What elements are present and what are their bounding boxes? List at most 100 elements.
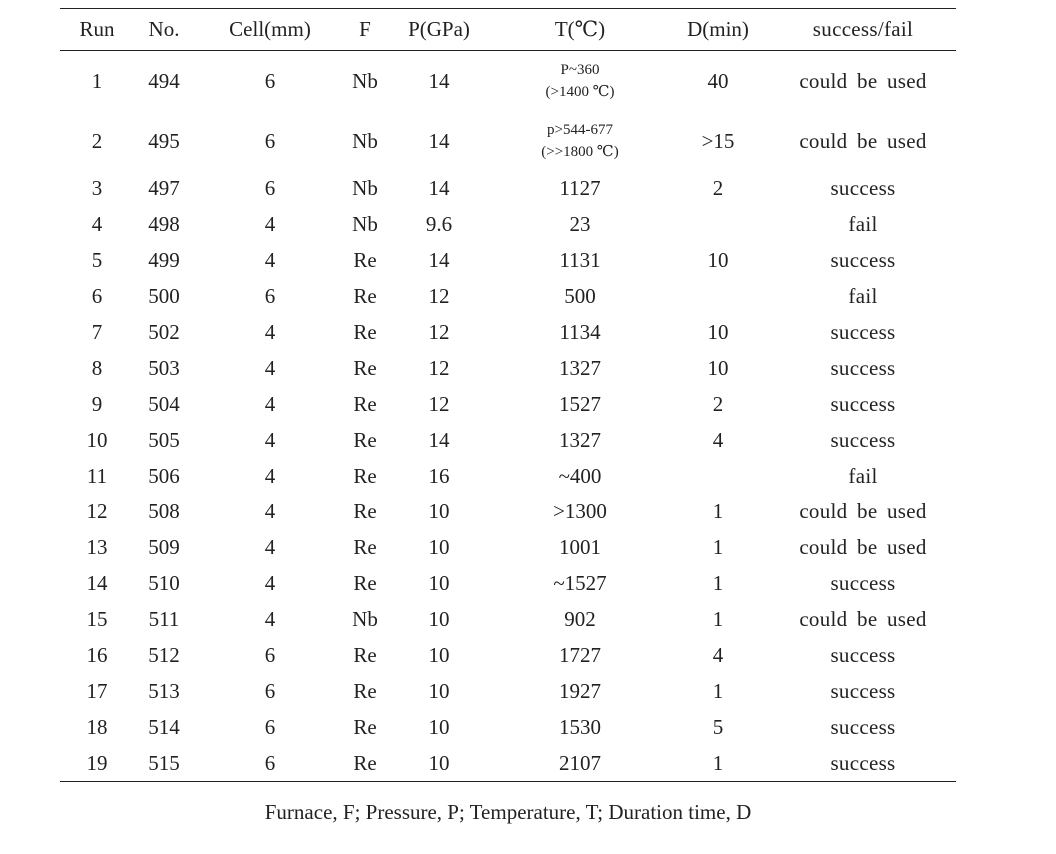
- cell-no: 498: [148, 212, 180, 237]
- table-row: 7 502 4 Re 12 1134 10 success: [60, 315, 956, 351]
- header-pressure: P(GPa): [408, 17, 470, 41]
- cell-furnace: Nb: [352, 176, 378, 201]
- cell-furnace: Re: [353, 427, 377, 452]
- cell-cell-size: 4: [264, 355, 276, 380]
- cell-pressure: 10: [428, 714, 450, 739]
- cell-temperature: 1530: [559, 714, 601, 739]
- cell-run: 9: [91, 391, 103, 416]
- cell-duration: 40: [707, 68, 729, 93]
- temperature-line-secondary: (>1400 ℃): [545, 84, 615, 100]
- cell-furnace: Re: [353, 355, 377, 380]
- cell-cell-size: 4: [264, 212, 276, 237]
- cell-cell-size: 4: [264, 535, 276, 560]
- table-row: 5 499 4 Re 14 1131 10 success: [60, 243, 956, 279]
- cell-result: success: [830, 427, 896, 452]
- cell-furnace: Re: [353, 678, 377, 703]
- cell-result: success: [830, 678, 896, 703]
- cell-run: 11: [86, 463, 108, 488]
- cell-run: 15: [86, 607, 108, 632]
- cell-no: 514: [148, 714, 180, 739]
- table-row: 3 497 6 Nb 14 1127 2 success: [60, 171, 956, 207]
- table-row: 17 513 6 Re 10 1927 1 success: [60, 673, 956, 709]
- table-row: 16 512 6 Re 10 1727 4 success: [60, 638, 956, 674]
- cell-temperature: 1327: [559, 355, 601, 380]
- table-row: 19 515 6 Re 10 2107 1 success: [60, 745, 956, 781]
- cell-no: 512: [148, 643, 180, 668]
- cell-duration: 1: [712, 535, 724, 560]
- cell-pressure: 14: [428, 176, 450, 201]
- cell-pressure: 10: [428, 750, 450, 775]
- cell-temperature: p>544-677 (>>1800 ℃): [494, 111, 666, 171]
- cell-run: 5: [91, 248, 103, 273]
- cell-cell-size: 4: [264, 427, 276, 452]
- table-row: 9 504 4 Re 12 1527 2 success: [60, 386, 956, 422]
- cell-pressure: 12: [428, 391, 450, 416]
- table-row: 11 506 4 Re 16 ~400 fail: [60, 458, 956, 494]
- cell-furnace: Nb: [352, 212, 378, 237]
- cell-furnace: Re: [353, 248, 377, 273]
- cell-run: 2: [91, 128, 103, 153]
- cell-run: 16: [86, 643, 108, 668]
- header-cell: Cell(mm): [229, 17, 311, 41]
- cell-result: could be used: [799, 499, 927, 524]
- cell-temperature: 500: [564, 284, 596, 309]
- cell-run: 1: [91, 68, 103, 93]
- cell-no: 502: [148, 320, 180, 344]
- cell-temperature: >1300: [553, 499, 607, 524]
- cell-pressure: 10: [428, 678, 450, 703]
- cell-cell-size: 4: [264, 463, 276, 488]
- cell-temperature: 1527: [559, 391, 601, 416]
- cell-run: 12: [86, 499, 108, 524]
- cell-cell-size: 6: [264, 678, 276, 703]
- temperature-line-primary: P~360: [560, 62, 600, 78]
- header-run: Run: [79, 17, 115, 41]
- cell-pressure: 12: [428, 355, 450, 380]
- cell-run: 6: [91, 284, 103, 309]
- cell-result: success: [830, 320, 896, 344]
- cell-pressure: 12: [428, 320, 450, 344]
- cell-furnace: Re: [353, 320, 377, 344]
- cell-duration: [666, 458, 770, 494]
- cell-furnace: Re: [353, 643, 377, 668]
- cell-temperature: 1927: [559, 678, 601, 703]
- cell-temperature: 2107: [559, 750, 601, 775]
- cell-temperature: 1001: [559, 535, 601, 560]
- cell-no: 495: [148, 128, 180, 153]
- cell-temperature: 902: [564, 607, 596, 632]
- cell-pressure: 12: [428, 284, 450, 309]
- cell-furnace: Nb: [352, 607, 378, 632]
- cell-temperature: 1127: [559, 176, 601, 201]
- cell-no: 510: [148, 571, 180, 596]
- cell-duration: 4: [712, 643, 724, 668]
- cell-result: could be used: [799, 128, 927, 153]
- cell-temperature: 1134: [559, 320, 601, 344]
- cell-pressure: 10: [428, 499, 450, 524]
- cell-result: success: [830, 643, 896, 668]
- cell-result: could be used: [799, 607, 927, 632]
- cell-pressure: 10: [428, 643, 450, 668]
- table-row: 10 505 4 Re 14 1327 4 success: [60, 422, 956, 458]
- cell-furnace: Re: [353, 284, 377, 309]
- cell-duration: 1: [712, 499, 724, 524]
- cell-result: could be used: [799, 535, 927, 560]
- cell-run: 10: [86, 427, 108, 452]
- cell-duration: 2: [712, 391, 724, 416]
- cell-furnace: Re: [353, 535, 377, 560]
- cell-duration: [666, 279, 770, 315]
- table-row: 4 498 4 Nb 9.6 23 fail: [60, 207, 956, 243]
- table-row: 13 509 4 Re 10 1001 1 could be used: [60, 530, 956, 566]
- temperature-line-primary: p>544-677: [547, 122, 613, 138]
- cell-furnace: Re: [353, 499, 377, 524]
- cell-duration: 10: [707, 320, 729, 344]
- table-row: 6 500 6 Re 12 500 fail: [60, 279, 956, 315]
- cell-temperature: P~360 (>1400 ℃): [494, 51, 666, 112]
- cell-duration: 2: [712, 176, 724, 201]
- cell-result: could be used: [799, 68, 927, 93]
- cell-no: 497: [148, 176, 180, 201]
- cell-temperature: 1727: [559, 643, 601, 668]
- cell-run: 14: [86, 571, 108, 596]
- cell-cell-size: 6: [264, 750, 276, 775]
- cell-result: success: [830, 750, 896, 775]
- cell-run: 3: [91, 176, 103, 201]
- cell-result: fail: [848, 212, 878, 237]
